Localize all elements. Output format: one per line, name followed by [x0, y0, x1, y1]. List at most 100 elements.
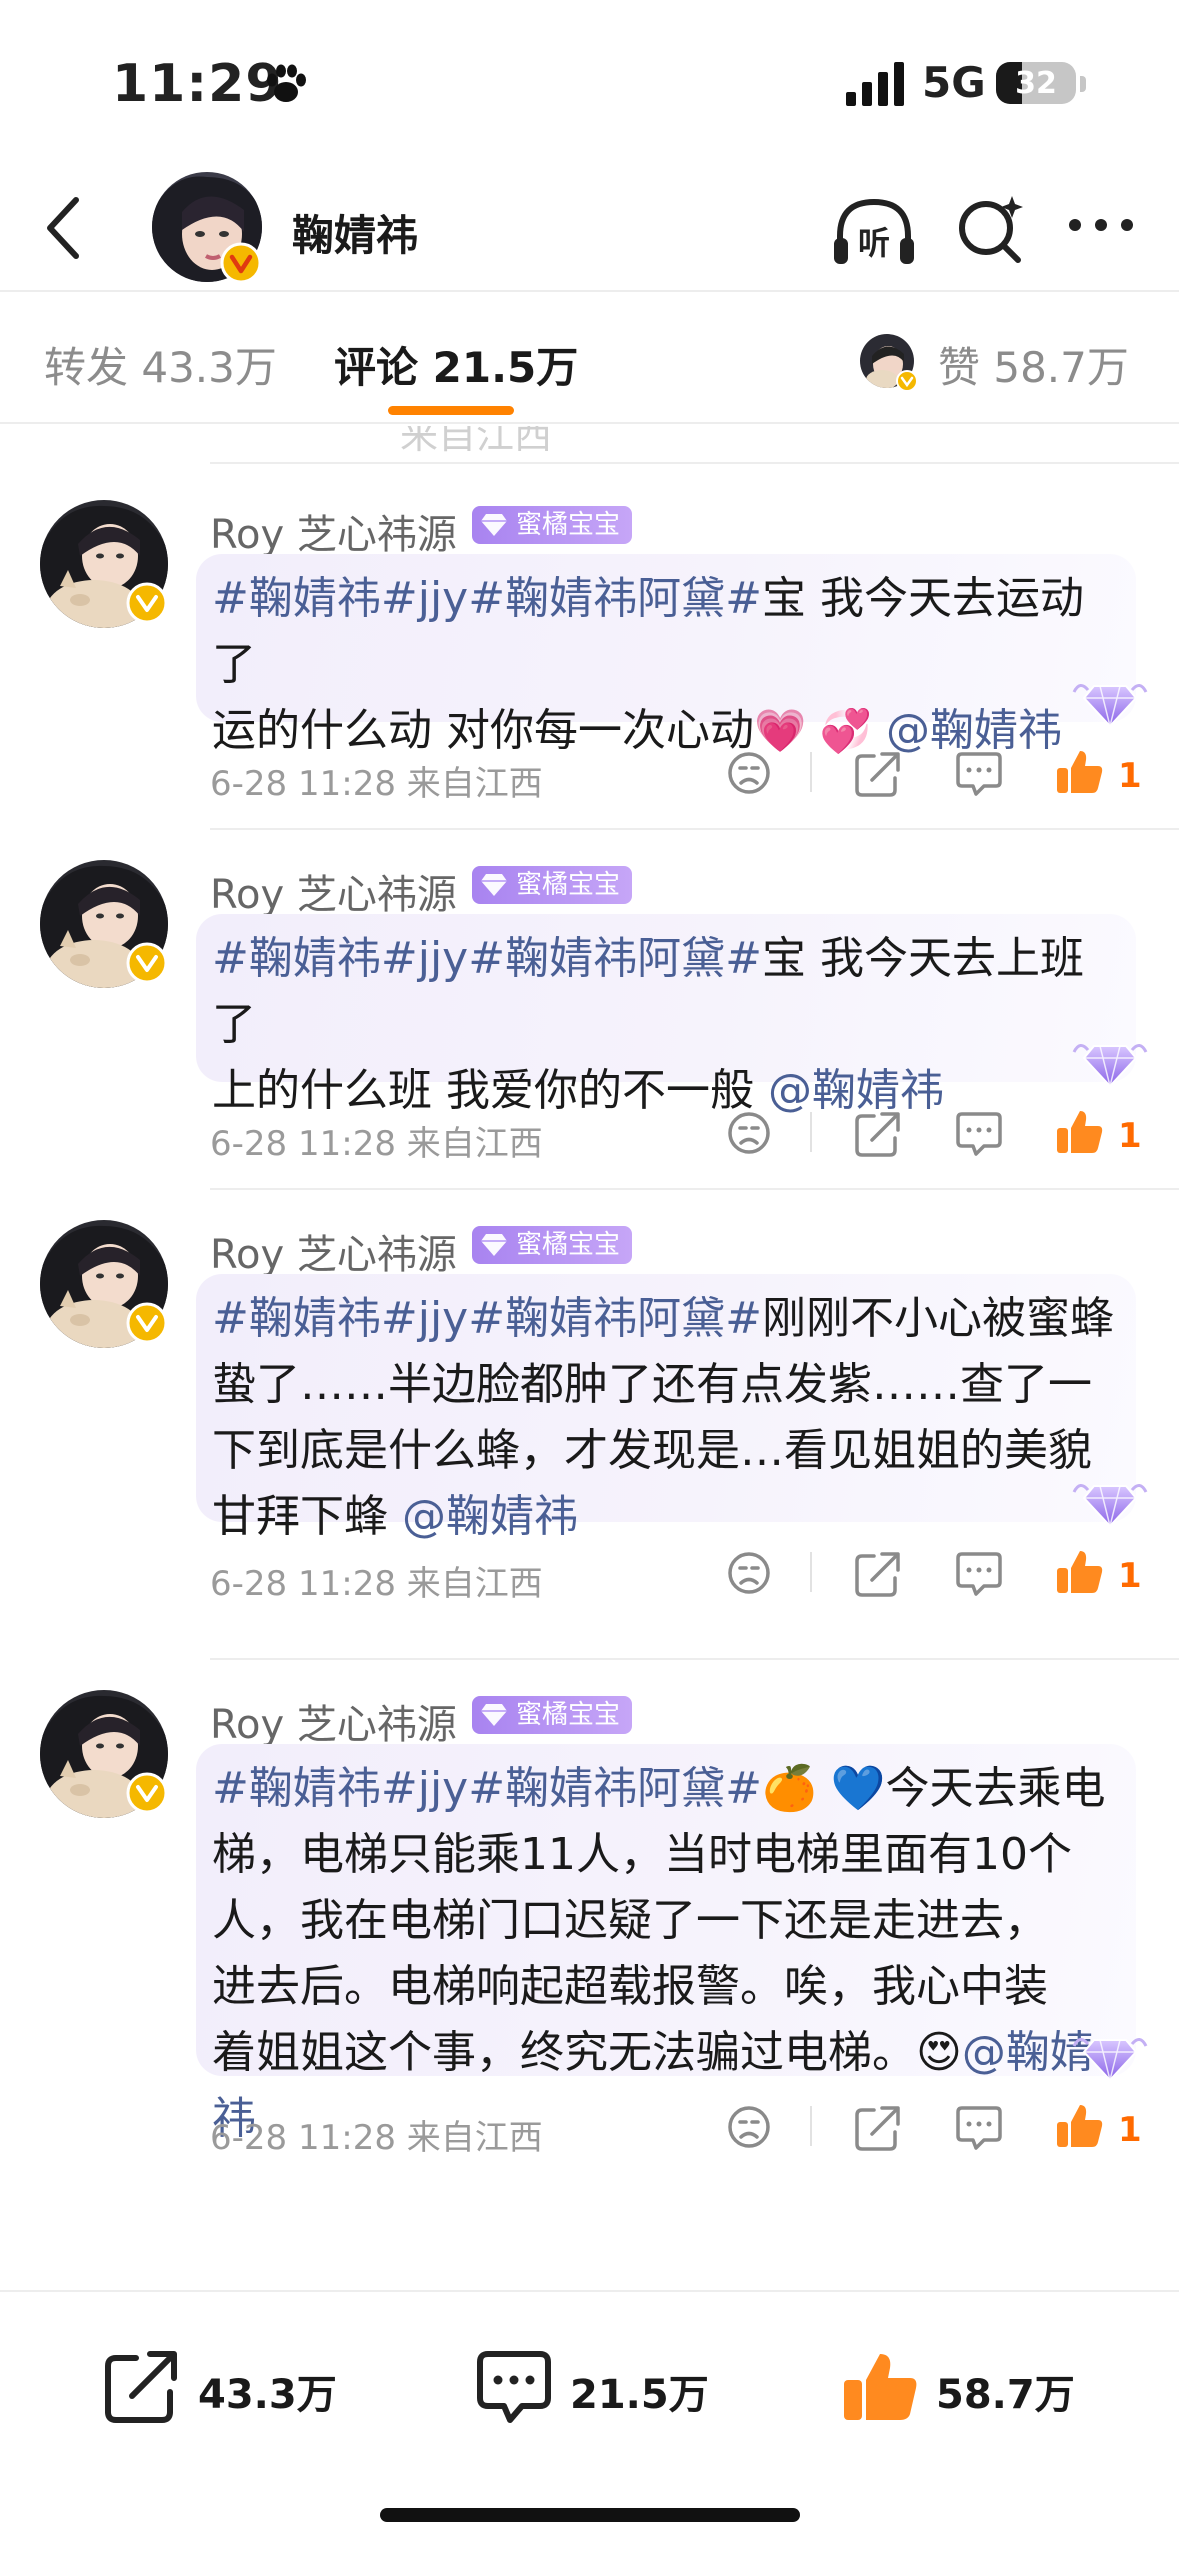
comment-count: 21.5万 [570, 2372, 709, 2418]
comment-like-count: 1 [1118, 756, 1142, 796]
hashtag-text[interactable]: #鞠婧祎#jjy#鞠婧祎阿黛# [212, 573, 762, 624]
diamond-icon [481, 1704, 507, 1726]
comment-like-count: 1 [1118, 1556, 1142, 1596]
listen-icon[interactable]: 听 [832, 196, 916, 270]
dislike-icon[interactable] [724, 1548, 774, 1598]
comment-body-line: 运的什么动 对你每一次心动 [212, 705, 754, 756]
like-icon [844, 2354, 917, 2420]
fan-badge-label: 蜜橘宝宝 [516, 510, 621, 540]
header-username[interactable]: 鞠婧祎 [292, 202, 418, 263]
comment-body-line: 下到底是什么蜂，才发现是…看见姐姐的美貌 [212, 1425, 1092, 1476]
reply-icon[interactable] [954, 748, 1004, 798]
comment-icon [477, 2351, 551, 2423]
comment-bubble[interactable]: #鞠婧祎#jjy#鞠婧祎阿黛#宝 我今天去运动了 运的什么动 对你每一次心动💗 💞… [196, 554, 1136, 756]
comment-item: Roy 芝心祎源 蜜橘宝宝 #鞠婧祎#jjy#鞠婧祎阿黛#宝 我今天去上班了 上的… [0, 830, 1179, 1190]
comment-body-line: 甘拜下蜂 [212, 1491, 402, 1542]
fan-badge[interactable]: 蜜橘宝宝 [472, 1226, 633, 1264]
verified-badge-icon [126, 1772, 168, 1814]
comment-body-line: 🍊 💙今天去乘电 [761, 1763, 1106, 1814]
search-icon[interactable] [954, 190, 1028, 266]
comment-bubble[interactable]: #鞠婧祎#jjy#鞠婧祎阿黛#宝 我今天去上班了 上的什么班 我爱你的不一般 @鞠… [196, 914, 1136, 1116]
repost-icon[interactable] [852, 2102, 902, 2152]
comment-like-count: 1 [1118, 1116, 1142, 1156]
comment-item: Roy 芝心祎源 蜜橘宝宝 #鞠婧祎#jjy#鞠婧祎阿黛#宝 我今天去运动了 运的… [0, 470, 1179, 830]
comment-bubble[interactable]: #鞠婧祎#jjy#鞠婧祎阿黛#刚刚不小心被蜜蜂蛰了……半边脸都肿了还有点发紫……… [196, 1274, 1136, 1542]
comment-body-line: 进去后。电梯响起超载报警。唉，我心中装 [212, 1961, 1048, 2012]
dislike-icon[interactable] [724, 748, 774, 798]
dislike-icon[interactable] [724, 1108, 774, 1158]
home-indicator [380, 2508, 800, 2522]
status-bar: 11:29 5G 32 [0, 0, 1179, 160]
commenter-name[interactable]: Roy 芝心祎源 [210, 1692, 457, 1750]
verified-badge-icon [126, 1302, 168, 1344]
top-nav: 鞠婧祎 听 [0, 160, 1179, 292]
mention-link[interactable]: @鞠婧祎 [402, 1491, 578, 1542]
verified-badge-icon [126, 942, 168, 984]
comment-like-icon[interactable] [1054, 1106, 1104, 1156]
action-divider [810, 1112, 812, 1152]
status-time: 11:29 [112, 54, 283, 114]
comment-body-line: 着姐姐这个事，终究无法骗过电梯。😍 [212, 2027, 962, 2078]
fan-badge[interactable]: 蜜橘宝宝 [472, 506, 633, 544]
commenter-name[interactable]: Roy 芝心祎源 [210, 502, 457, 560]
comment-body-line: 人，我在电梯门口迟疑了一下还是走进去， [212, 1895, 1048, 1946]
repost-icon[interactable] [852, 748, 902, 798]
verified-badge-icon [220, 242, 262, 284]
repost-icon[interactable] [852, 1548, 902, 1598]
active-tab-indicator [388, 406, 514, 415]
tab-repost[interactable]: 转发 43.3万 [44, 334, 277, 395]
paw-icon [267, 64, 306, 102]
comment-text: #鞠婧祎#jjy#鞠婧祎阿黛#宝 我今天去上班了 上的什么班 我爱你的不一般 @鞠… [212, 926, 1120, 1124]
hashtag-text[interactable]: #鞠婧祎#jjy#鞠婧祎阿黛# [212, 1763, 762, 1814]
reply-icon[interactable] [954, 1108, 1004, 1158]
commenter-name[interactable]: Roy 芝心祎源 [210, 1222, 457, 1280]
diamond-decoration-icon [1072, 1044, 1148, 1088]
comment-like-icon[interactable] [1054, 2100, 1104, 2150]
comment-like-icon[interactable] [1054, 1546, 1104, 1596]
comment-meta: 6-28 11:28 来自江西 [210, 2118, 543, 2158]
comment-text: #鞠婧祎#jjy#鞠婧祎阿黛#🍊 💙今天去乘电梯，电梯只能乘11人，当时电梯里面… [212, 1756, 1120, 2152]
hashtag-text[interactable]: #鞠婧祎#jjy#鞠婧祎阿黛# [212, 933, 762, 984]
comment-body-line: 刚刚不小心被蜜蜂 [761, 1293, 1114, 1344]
back-icon[interactable] [30, 190, 100, 266]
tab-comments[interactable]: 评论 21.5万 [334, 334, 578, 395]
comment-body-line: 蛰了……半边脸都肿了还有点发紫……查了一 [212, 1359, 1092, 1410]
diamond-decoration-icon [1072, 684, 1148, 728]
more-icon[interactable] [1066, 210, 1136, 240]
comment-body-line: 梯，电梯只能乘11人，当时电梯里面有10个 [212, 1829, 1072, 1880]
fan-badge-label: 蜜橘宝宝 [516, 870, 621, 900]
comment-like-icon[interactable] [1054, 746, 1104, 796]
battery-icon: 32 [996, 62, 1076, 104]
diamond-decoration-icon [1072, 1484, 1148, 1528]
repost-count: 43.3万 [198, 2372, 337, 2418]
diamond-icon [481, 514, 507, 536]
comment-item: Roy 芝心祎源 蜜橘宝宝 #鞠婧祎#jjy#鞠婧祎阿黛#刚刚不小心被蜜蜂蛰了…… [0, 1190, 1179, 1660]
comment-meta: 6-28 11:28 来自江西 [210, 1564, 543, 1604]
divider [210, 462, 1179, 464]
diamond-decoration-icon [1072, 2038, 1148, 2082]
network-type: 5G [922, 58, 986, 107]
comment-text: #鞠婧祎#jjy#鞠婧祎阿黛#宝 我今天去运动了 运的什么动 对你每一次心动💗 💞… [212, 566, 1120, 764]
reply-icon[interactable] [954, 2102, 1004, 2152]
verified-badge-icon [126, 582, 168, 624]
liker-verified-icon [896, 370, 918, 392]
comment-meta: 6-28 11:28 来自江西 [210, 764, 543, 804]
tab-bar: 转发 43.3万 评论 21.5万 赞 58.7万 [0, 294, 1179, 424]
comment-item: Roy 芝心祎源 蜜橘宝宝 #鞠婧祎#jjy#鞠婧祎阿黛#🍊 💙今天去乘电梯，电… [0, 1660, 1179, 2290]
commenter-name[interactable]: Roy 芝心祎源 [210, 862, 457, 920]
reply-icon[interactable] [954, 1548, 1004, 1598]
comment-text: #鞠婧祎#jjy#鞠婧祎阿黛#刚刚不小心被蜜蜂蛰了……半边脸都肿了还有点发紫……… [212, 1286, 1120, 1550]
repost-icon[interactable] [852, 1108, 902, 1158]
fan-badge[interactable]: 蜜橘宝宝 [472, 866, 633, 904]
fan-badge[interactable]: 蜜橘宝宝 [472, 1696, 633, 1734]
comment-body-line: 上的什么班 我爱你的不一般 [212, 1065, 768, 1116]
action-divider [810, 2106, 812, 2146]
signal-icon [846, 62, 904, 106]
partial-comment-row: 来自江西 [0, 426, 1179, 462]
hashtag-text[interactable]: #鞠婧祎#jjy#鞠婧祎阿黛# [212, 1293, 762, 1344]
diamond-icon [481, 874, 507, 896]
like-count: 58.7万 [936, 2372, 1075, 2418]
dislike-icon[interactable] [724, 2102, 774, 2152]
comment-bubble[interactable]: #鞠婧祎#jjy#鞠婧祎阿黛#🍊 💙今天去乘电梯，电梯只能乘11人，当时电梯里面… [196, 1744, 1136, 2144]
tab-likes[interactable]: 赞 58.7万 [938, 334, 1129, 395]
